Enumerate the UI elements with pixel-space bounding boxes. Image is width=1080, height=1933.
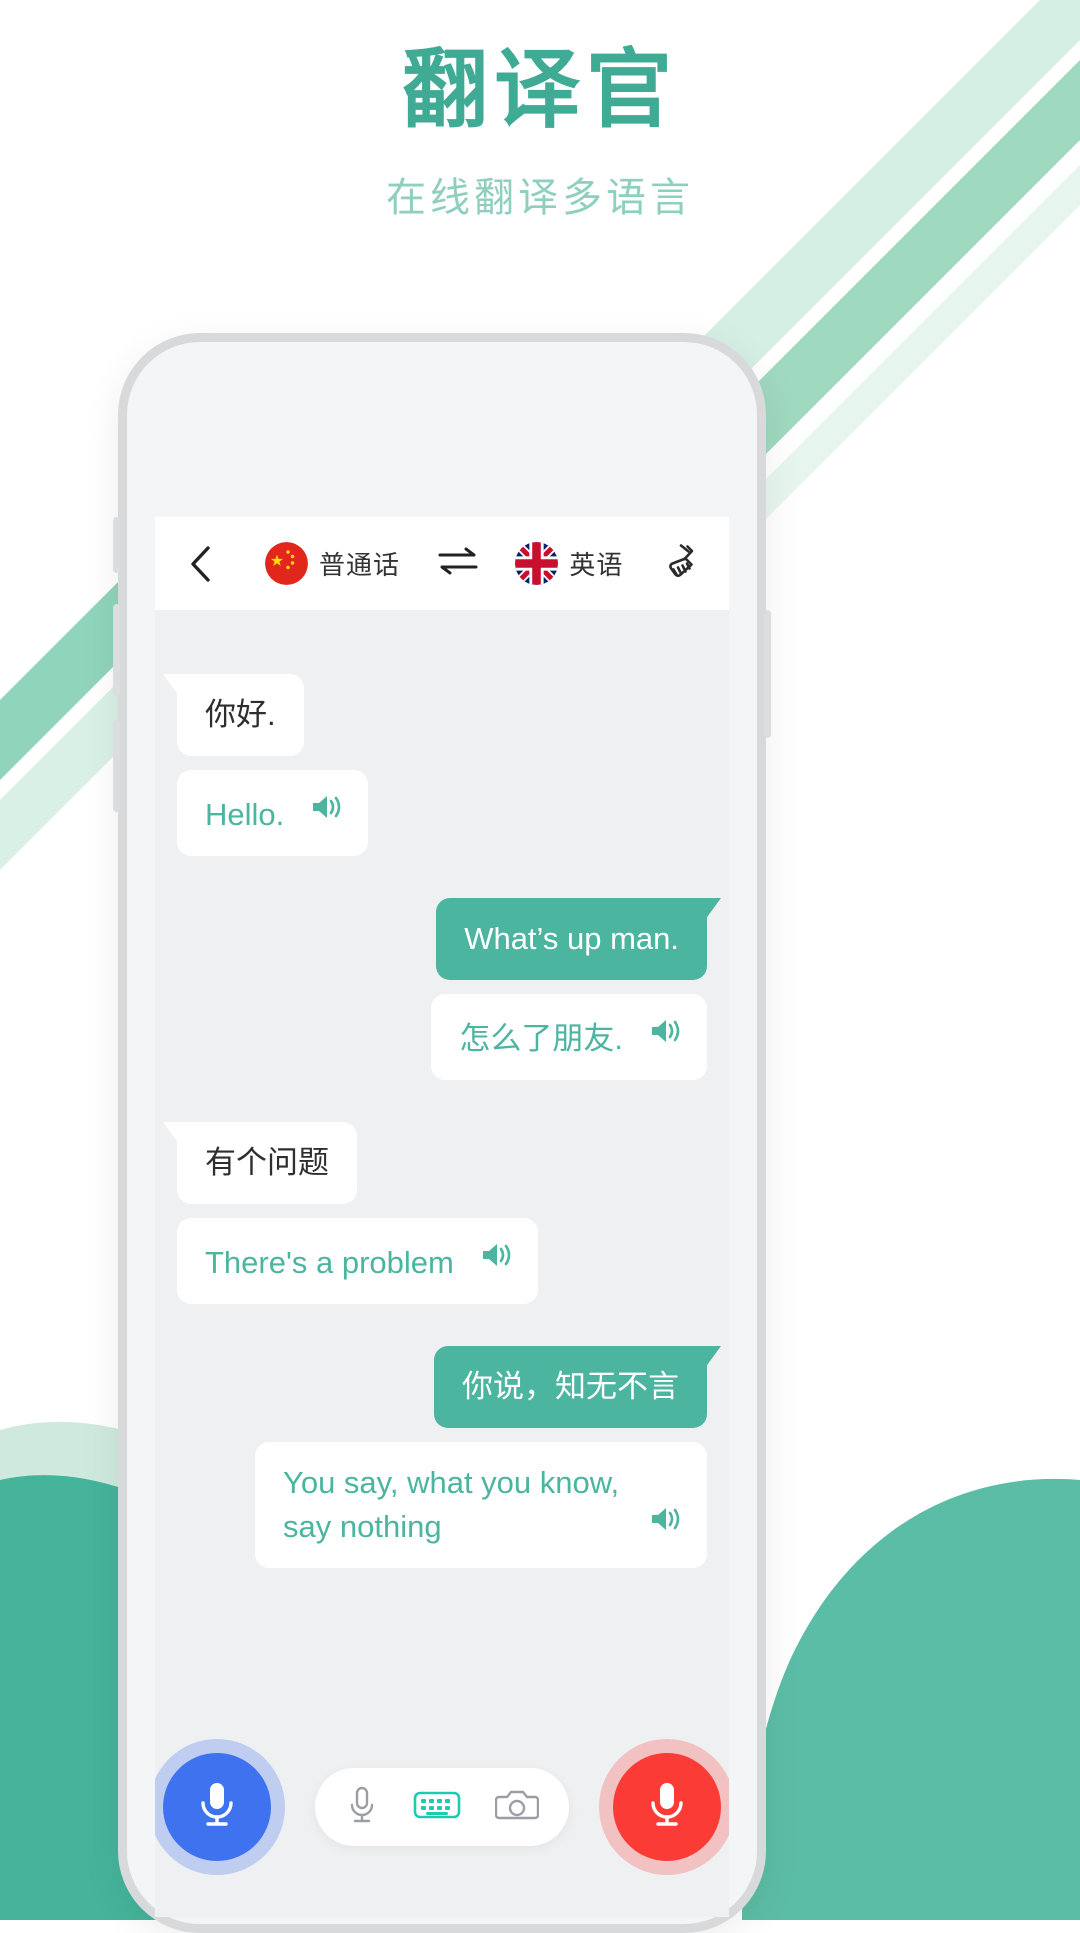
- app-subtitle: 在线翻译多语言: [386, 175, 694, 220]
- chat-row-translation: 怎么了朋友.: [177, 994, 707, 1081]
- uk-flag-icon: [515, 542, 559, 585]
- broom-icon: [659, 538, 705, 589]
- translation-text: You say, what you know, say nothing: [283, 1465, 620, 1545]
- chat-row-translation: There's a problem: [177, 1218, 707, 1305]
- speaker-icon[interactable]: [649, 1501, 683, 1545]
- record-source-button[interactable]: [163, 1753, 271, 1861]
- voice-input-button[interactable]: [345, 1784, 379, 1831]
- phone-button-volume-up: [113, 604, 120, 696]
- chat-message-list: 你好. Hello. What’s up man. 怎么了朋友. 有个问题 Th…: [155, 610, 729, 1569]
- phone-button-volume-down: [113, 720, 120, 812]
- keyboard-input-button[interactable]: [413, 1787, 461, 1828]
- source-bubble[interactable]: 你好.: [163, 674, 304, 757]
- swap-languages-button[interactable]: [436, 546, 480, 581]
- phone-button-power: [764, 610, 771, 738]
- china-flag-icon: [265, 542, 308, 585]
- camera-icon: [494, 1787, 540, 1828]
- input-toolbar: [155, 1753, 729, 1861]
- source-bubble[interactable]: 有个问题: [163, 1122, 357, 1205]
- translation-navbar: 普通话 英语: [155, 517, 729, 610]
- phone-button-mute: [113, 517, 120, 573]
- chat-row-source: 你说，知无不言: [177, 1346, 721, 1429]
- microphone-icon: [192, 1777, 242, 1838]
- camera-input-button[interactable]: [494, 1787, 540, 1828]
- input-mode-pill: [315, 1768, 569, 1846]
- phone-mockup: 普通话 英语 你好. Hello. What’s up man. 怎么了朋友. …: [113, 333, 771, 1933]
- target-language-selector[interactable]: 英语: [515, 542, 623, 585]
- translation-text: 怎么了朋友.: [459, 1021, 623, 1057]
- source-bubble[interactable]: 你说，知无不言: [434, 1346, 721, 1429]
- microphone-icon: [642, 1777, 692, 1838]
- speaker-icon[interactable]: [480, 1237, 514, 1281]
- translation-text: Hello.: [205, 797, 285, 833]
- source-bubble[interactable]: What’s up man.: [436, 898, 721, 981]
- bottom-right-blob: [742, 1478, 1080, 1920]
- chat-row-source: 有个问题: [163, 1122, 707, 1205]
- translation-bubble[interactable]: Hello.: [177, 770, 369, 857]
- translation-bubble[interactable]: There's a problem: [177, 1218, 538, 1305]
- clear-chat-button[interactable]: [659, 538, 705, 589]
- translation-bubble[interactable]: 怎么了朋友.: [431, 994, 707, 1081]
- chat-row-source: 你好.: [163, 674, 707, 757]
- speaker-icon[interactable]: [649, 1013, 683, 1057]
- source-language-selector[interactable]: 普通话: [265, 542, 400, 585]
- microphone-icon: [345, 1784, 379, 1831]
- target-language-label: 英语: [569, 550, 624, 580]
- keyboard-icon: [413, 1787, 461, 1828]
- source-language-label: 普通话: [319, 550, 401, 580]
- swap-horizontal-icon: [436, 546, 480, 581]
- record-target-button[interactable]: [613, 1753, 721, 1861]
- speaker-icon[interactable]: [310, 789, 344, 833]
- app-title: 翻译官: [402, 42, 678, 138]
- chevron-left-icon: [188, 545, 212, 583]
- page-header: 翻译官 在线翻译多语言: [0, 0, 1080, 223]
- translation-bubble[interactable]: You say, what you know, say nothing: [255, 1442, 707, 1569]
- back-button[interactable]: [179, 545, 221, 583]
- chat-row-translation: You say, what you know, say nothing: [177, 1442, 707, 1569]
- chat-row-translation: Hello.: [177, 770, 707, 857]
- translation-text: There's a problem: [205, 1245, 454, 1281]
- phone-screen: 普通话 英语 你好. Hello. What’s up man. 怎么了朋友. …: [155, 517, 729, 1917]
- chat-row-source: What’s up man.: [177, 898, 721, 981]
